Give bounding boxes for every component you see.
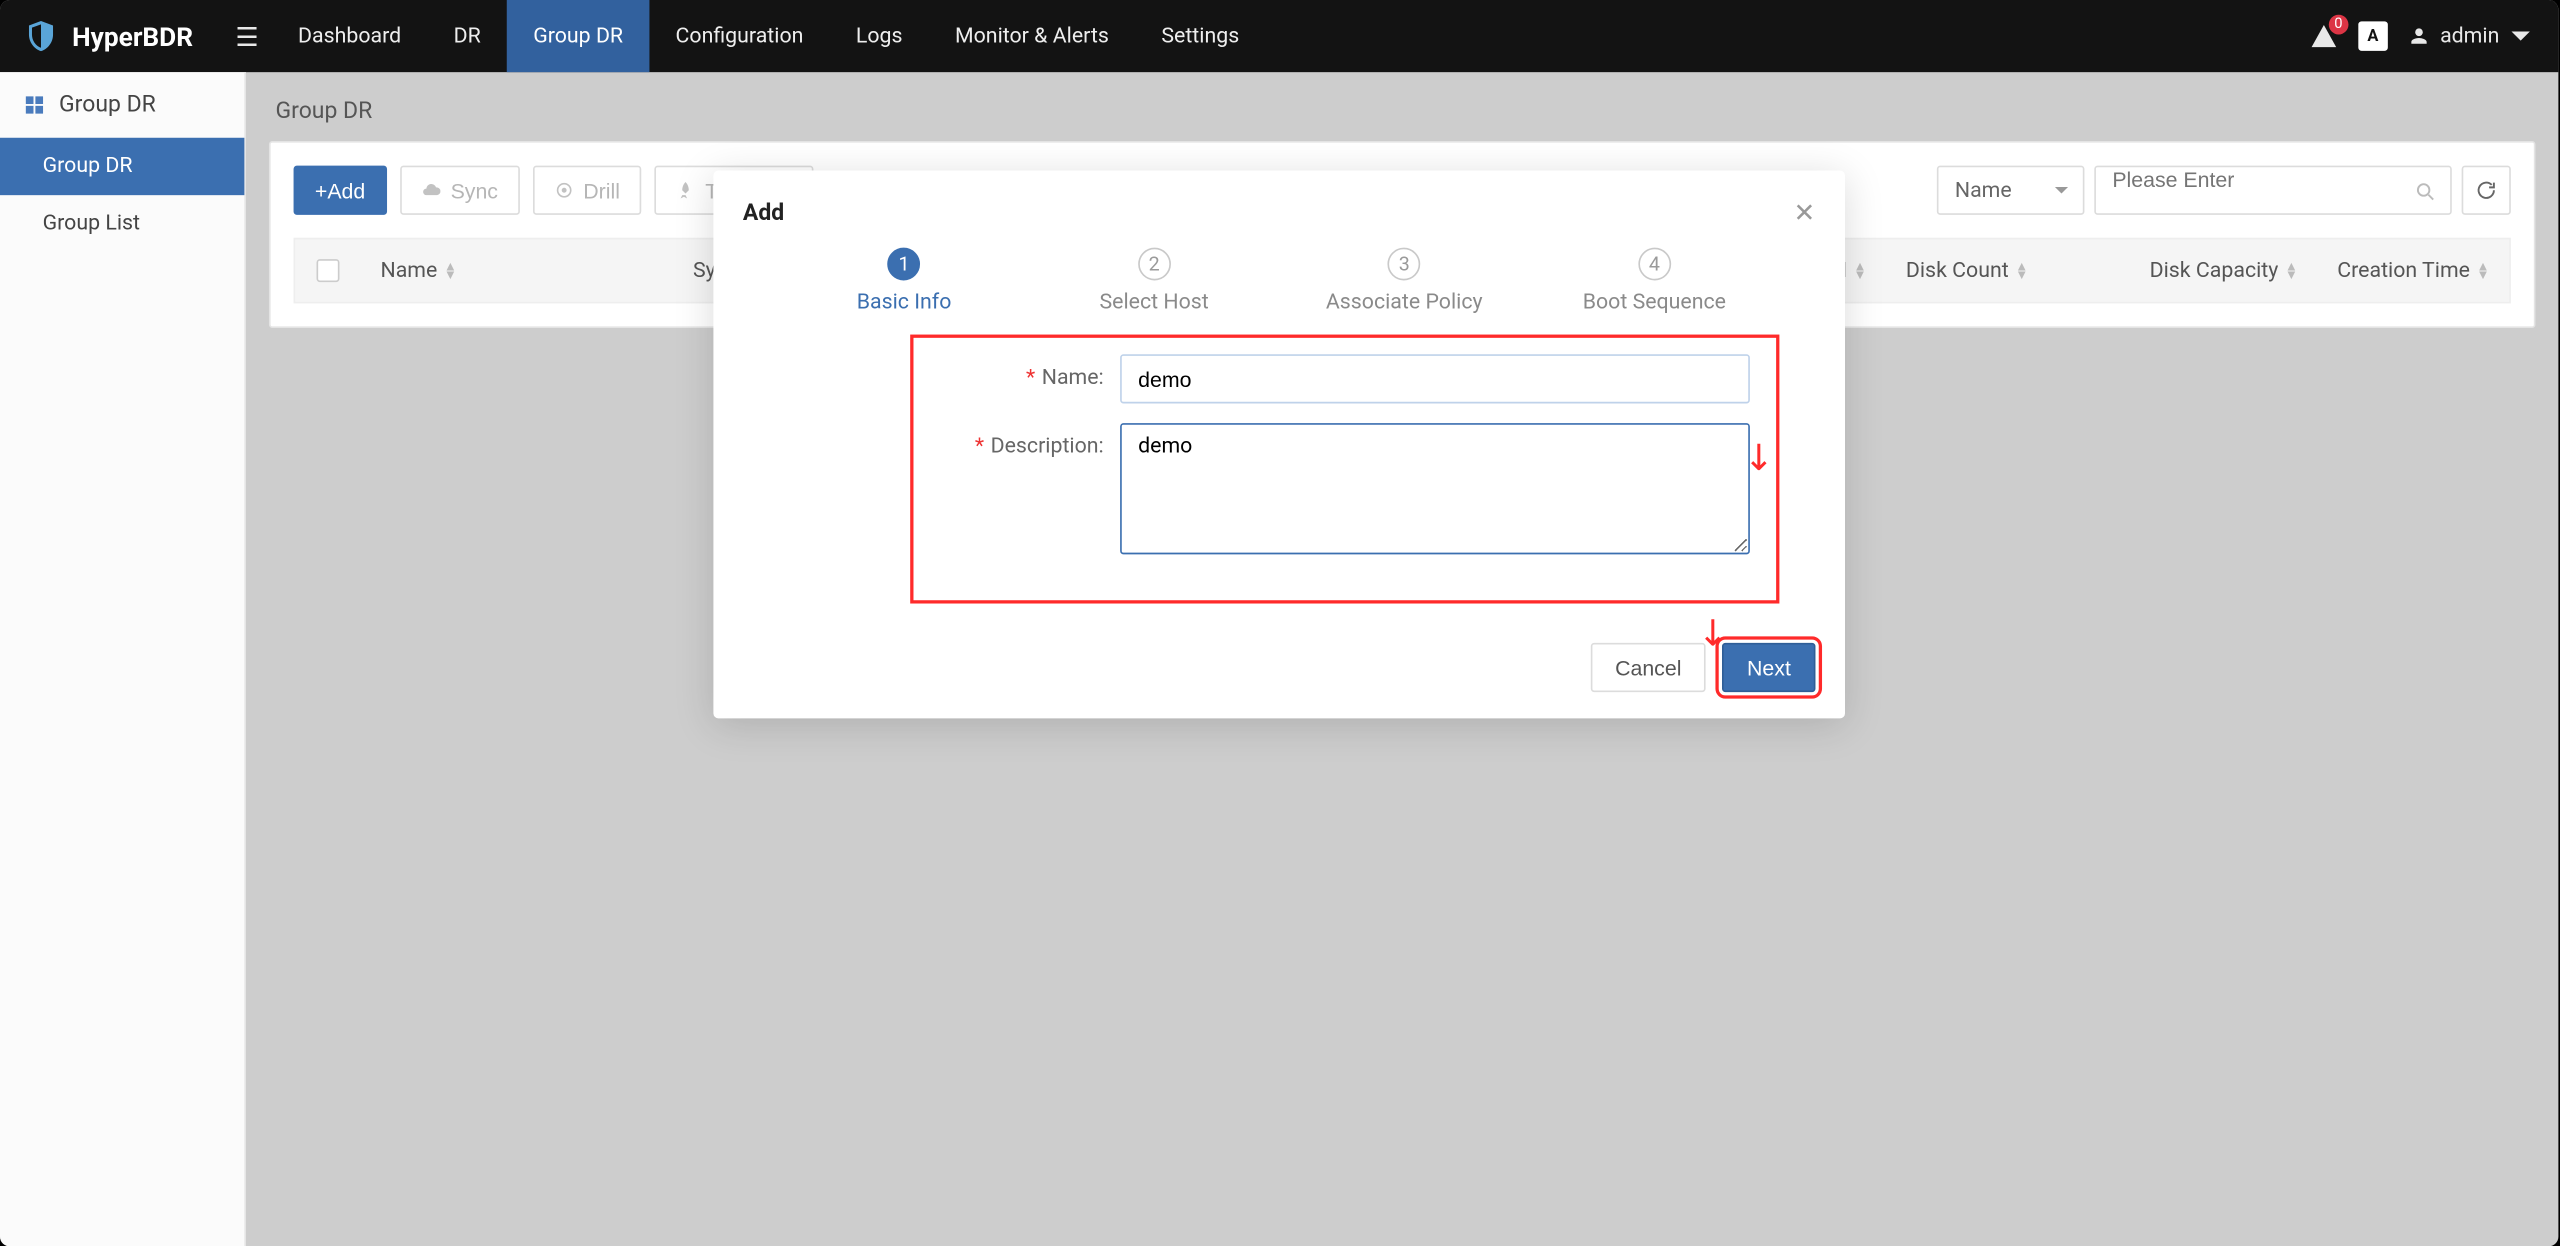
- language-button[interactable]: A: [2358, 21, 2388, 51]
- row-description: *Description: demo: [940, 423, 1750, 561]
- step-associate-policy[interactable]: 3 Associate Policy: [1279, 248, 1529, 315]
- th-disk-capacity[interactable]: Disk Capacity▲▼: [2130, 258, 2318, 283]
- cloud-icon: [421, 180, 441, 200]
- sort-icon: ▲▼: [444, 262, 457, 278]
- rocket-icon: [676, 180, 696, 200]
- target-icon: [554, 180, 574, 200]
- th-name[interactable]: Name▲▼: [361, 258, 477, 283]
- reload-icon: [2475, 179, 2498, 202]
- search-icon: [2414, 180, 2437, 203]
- add-button[interactable]: +Add: [294, 166, 387, 215]
- name-input[interactable]: [1120, 354, 1750, 403]
- step-number: 1: [888, 248, 921, 281]
- sync-button[interactable]: Sync: [400, 166, 520, 215]
- modal-footer: Cancel Next: [713, 636, 1845, 718]
- step-select-host[interactable]: 2 Select Host: [1029, 248, 1279, 315]
- step-number: 2: [1138, 248, 1171, 281]
- nav-configuration[interactable]: Configuration: [649, 0, 829, 72]
- modal-header: Add ✕: [713, 171, 1845, 238]
- topbar: HyperBDR ☰ Dashboard DR Group DR Configu…: [0, 0, 2558, 72]
- modal-title: Add: [743, 199, 784, 225]
- next-button[interactable]: Next: [1722, 643, 1815, 692]
- brand-text: HyperBDR: [72, 21, 193, 52]
- user-menu[interactable]: admin: [2407, 24, 2532, 49]
- top-nav: Dashboard DR Group DR Configuration Logs…: [272, 0, 1266, 72]
- modal-form: *Name: *Description: demo: [713, 335, 1845, 637]
- step-number: 3: [1388, 248, 1421, 281]
- modal: Add ✕ 1 Basic Info 2 Select Host 3 Assoc…: [713, 171, 1845, 719]
- row-name: *Name:: [940, 354, 1750, 403]
- th-checkbox[interactable]: [295, 259, 361, 282]
- sort-icon: ▲▼: [2477, 262, 2490, 278]
- chevron-down-icon: [2053, 182, 2069, 198]
- step-basic-info[interactable]: 1 Basic Info: [779, 248, 1029, 315]
- user-name: admin: [2440, 24, 2499, 49]
- nav-settings[interactable]: Settings: [1135, 0, 1265, 72]
- sort-icon: ▲▼: [1854, 262, 1867, 278]
- sidebar-item-group-list[interactable]: Group List: [0, 195, 244, 252]
- nav-group-dr[interactable]: Group DR: [507, 0, 649, 72]
- shield-icon: [23, 18, 59, 54]
- reload-button[interactable]: [2462, 166, 2511, 215]
- grid-icon: [23, 93, 46, 116]
- checkbox-icon: [317, 259, 340, 282]
- form-highlight-annotation: *Name: *Description: demo: [910, 335, 1779, 604]
- cancel-button[interactable]: Cancel: [1590, 643, 1706, 692]
- search-field-select[interactable]: Name: [1937, 166, 2085, 215]
- nav-dr[interactable]: DR: [427, 0, 507, 72]
- sidebar: Group DR Group DR Group List: [0, 72, 246, 1246]
- th-disk-count[interactable]: Disk Count▲▼: [1886, 258, 2048, 283]
- user-icon: [2407, 25, 2430, 48]
- hamburger-icon[interactable]: ☰: [223, 21, 272, 52]
- step-number: 4: [1638, 248, 1671, 281]
- search-group: Name: [1937, 166, 2511, 215]
- search-input-wrapper: [2094, 166, 2452, 215]
- topbar-right: 0 A admin: [2309, 21, 2559, 51]
- sidebar-item-group-dr[interactable]: Group DR: [0, 138, 244, 195]
- steps: 1 Basic Info 2 Select Host 3 Associate P…: [713, 238, 1845, 338]
- brand: HyperBDR: [0, 18, 223, 54]
- modal-close-button[interactable]: ✕: [1793, 197, 1815, 228]
- sidebar-title: Group DR: [0, 72, 244, 138]
- chevron-down-icon: [2509, 25, 2532, 48]
- alerts-button[interactable]: 0: [2309, 21, 2339, 51]
- sort-icon: ▲▼: [2285, 262, 2298, 278]
- nav-monitor-alerts[interactable]: Monitor & Alerts: [929, 0, 1135, 72]
- page-title: Group DR: [276, 98, 2529, 124]
- description-textarea[interactable]: demo: [1120, 423, 1750, 554]
- drill-button[interactable]: Drill: [532, 166, 641, 215]
- search-input[interactable]: [2112, 167, 2401, 192]
- th-creation-time[interactable]: Creation Time▲▼: [2318, 258, 2510, 283]
- name-label: *Name:: [940, 354, 1120, 403]
- nav-logs[interactable]: Logs: [830, 0, 929, 72]
- alert-badge: 0: [2329, 15, 2349, 35]
- sort-icon: ▲▼: [2015, 262, 2028, 278]
- description-label: *Description:: [940, 423, 1120, 472]
- nav-dashboard[interactable]: Dashboard: [272, 0, 428, 72]
- step-boot-sequence[interactable]: 4 Boot Sequence: [1529, 248, 1779, 315]
